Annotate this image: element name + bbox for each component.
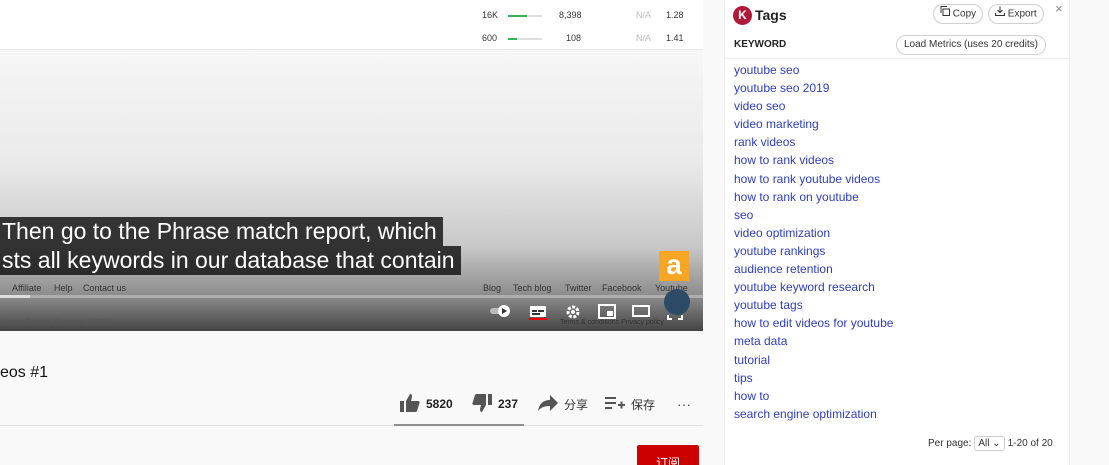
- close-icon[interactable]: ×: [1055, 1, 1063, 16]
- keyword-item[interactable]: video optimization: [734, 226, 893, 244]
- keyword-item[interactable]: youtube seo 2019: [734, 81, 893, 99]
- panel-title: Tags: [755, 7, 787, 23]
- copy-icon: [940, 5, 950, 23]
- na-value: N/A: [636, 10, 652, 20]
- divider: [0, 425, 703, 426]
- sentiment-bar: [394, 424, 524, 426]
- keyword-item[interactable]: how to: [734, 389, 893, 407]
- miniplayer-icon[interactable]: [596, 304, 618, 322]
- theater-mode-icon[interactable]: [630, 304, 652, 322]
- gear-icon[interactable]: [562, 304, 584, 322]
- export-button[interactable]: Export: [988, 4, 1044, 24]
- video-player[interactable]: Then go to the Phrase match report, whic…: [0, 50, 703, 331]
- extension-logo: K: [733, 6, 752, 25]
- playlist-add-icon: [605, 395, 625, 414]
- metrics-row: 600 108 N/A 1.41: [0, 25, 703, 49]
- results-value: 108: [566, 33, 582, 43]
- keyword-item[interactable]: how to rank videos: [734, 153, 893, 171]
- keyword-item[interactable]: seo: [734, 208, 893, 226]
- like-button[interactable]: 5820: [400, 393, 453, 415]
- na-value: N/A: [636, 33, 652, 43]
- keyword-item[interactable]: video seo: [734, 99, 893, 117]
- footer-link: Tech blog: [513, 283, 552, 293]
- cpc-value: 1.28: [666, 10, 684, 20]
- results-value: 8,398: [559, 10, 582, 20]
- floating-action-icon[interactable]: [664, 289, 690, 315]
- autoplay-toggle-icon[interactable]: [489, 304, 511, 322]
- thumbs-up-icon: [400, 393, 420, 415]
- more-options-icon[interactable]: ···: [677, 395, 691, 413]
- keyword-item[interactable]: audience retention: [734, 262, 893, 280]
- footer-link: Facebook: [602, 283, 642, 293]
- metrics-row: 16K 8,398 N/A 1.28: [0, 2, 703, 26]
- chevron-down-icon: ⌄: [992, 438, 1001, 449]
- footer-link: Blog: [483, 283, 502, 293]
- pagination: Per page: All ⌄ 1-20 of 20: [928, 436, 1053, 451]
- keyword-item[interactable]: tutorial: [734, 353, 893, 371]
- progress-bar[interactable]: [0, 295, 703, 298]
- tags-panel: K Tags Copy Export × KEYWORD Load Metric…: [724, 0, 1071, 465]
- footer-link: Contact us: [83, 283, 127, 293]
- divider: [725, 58, 1071, 59]
- keyword-item[interactable]: youtube rankings: [734, 244, 893, 262]
- keyword-column-header: KEYWORD: [734, 39, 787, 50]
- keyword-item[interactable]: meta data: [734, 334, 893, 352]
- per-page-select[interactable]: All ⌄: [974, 436, 1005, 451]
- save-label: 保存: [631, 397, 656, 412]
- per-page-label: Per page:: [928, 438, 972, 449]
- keyword-item[interactable]: tips: [734, 371, 893, 389]
- range-label: 1-20 of 20: [1007, 438, 1053, 449]
- load-metrics-button[interactable]: Load Metrics (uses 20 credits): [896, 35, 1046, 55]
- copy-button[interactable]: Copy: [933, 4, 984, 24]
- copy-label: Copy: [952, 8, 977, 20]
- share-button[interactable]: 分享: [538, 394, 589, 414]
- volume-value: 600: [482, 33, 498, 43]
- keyword-item[interactable]: rank videos: [734, 135, 893, 153]
- address-text: t Leona Building, Singapore 048581: [0, 319, 112, 326]
- keyword-item[interactable]: how to rank youtube videos: [734, 172, 893, 190]
- metrics-table: 16K 8,398 N/A 1.28 600 108 N/A 1.41: [0, 0, 703, 50]
- footer-link: Affiliate: [12, 283, 42, 293]
- keyword-item[interactable]: youtube seo: [734, 63, 893, 81]
- share-label: 分享: [564, 397, 589, 412]
- subscribe-button[interactable]: 订阅: [637, 445, 699, 465]
- trend-bar: [508, 15, 542, 17]
- footer-link: Twitter: [565, 283, 592, 293]
- keyword-list: youtube seo youtube seo 2019 video seo vide…: [734, 63, 893, 425]
- caption-line-1: Then go to the Phrase match report, whic…: [0, 217, 443, 246]
- keyword-item[interactable]: youtube keyword research: [734, 280, 893, 298]
- thumbs-down-icon: [472, 393, 492, 415]
- save-button[interactable]: 保存: [605, 395, 655, 413]
- export-label: Export: [1007, 8, 1037, 20]
- screen: 16K 8,398 N/A 1.28 600 108 N/A 1.41 Then…: [0, 0, 1109, 465]
- share-icon: [538, 394, 558, 414]
- channel-logo: a: [659, 251, 689, 281]
- per-page-value: All: [978, 438, 990, 449]
- dislike-button[interactable]: 237: [472, 393, 519, 415]
- cpc-value: 1.41: [666, 33, 684, 43]
- dislike-count: 237: [498, 397, 519, 411]
- keyword-item[interactable]: how to rank on youtube: [734, 190, 893, 208]
- volume-value: 16K: [482, 10, 499, 20]
- subtitles-icon[interactable]: [527, 304, 549, 322]
- keyword-item[interactable]: youtube tags: [734, 298, 893, 316]
- keyword-item[interactable]: how to edit videos for youtube: [734, 316, 893, 334]
- like-count: 5820: [426, 397, 453, 411]
- video-title: eos #1: [0, 364, 49, 381]
- footer-link: Help: [54, 283, 73, 293]
- youtube-page: 16K 8,398 N/A 1.28 600 108 N/A 1.41 Then…: [0, 0, 703, 465]
- caption-line-2: sts all keywords in our database that co…: [0, 246, 461, 275]
- keyword-item[interactable]: search engine optimization: [734, 407, 893, 425]
- keyword-item[interactable]: video marketing: [734, 117, 893, 135]
- trend-bar: [508, 38, 542, 40]
- download-icon: [995, 5, 1005, 23]
